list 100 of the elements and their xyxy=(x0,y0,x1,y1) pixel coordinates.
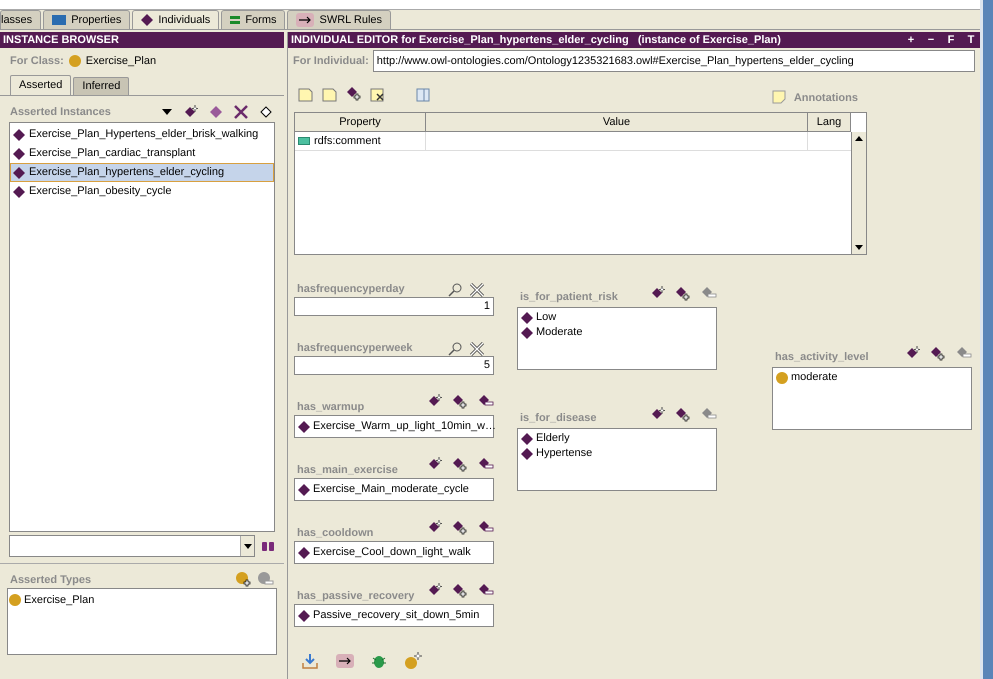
diamond-icon xyxy=(13,186,25,198)
value-item[interactable]: Low xyxy=(536,309,556,326)
new-note-icon[interactable] xyxy=(298,86,314,102)
class-star-icon[interactable] xyxy=(404,652,422,670)
delete-icon[interactable] xyxy=(470,342,484,356)
diamond-plus-icon[interactable] xyxy=(675,407,691,423)
diamond-star-icon[interactable] xyxy=(651,407,665,421)
tab[interactable]: Individuals xyxy=(132,10,220,29)
editor-title: INDIVIDUAL EDITOR for Exercise_Plan_hypertens_elder_cycling (instance of Exercise_Plan) xyxy=(291,32,782,48)
binoculars-icon[interactable] xyxy=(261,540,275,552)
value-field[interactable]: 1 xyxy=(294,297,494,316)
arrow-icon[interactable] xyxy=(336,654,354,668)
delete-note-icon[interactable] xyxy=(370,86,386,102)
diamond-icon xyxy=(521,448,533,460)
value-field[interactable]: Exercise_Warm_up_light_10min_w… xyxy=(294,415,494,438)
diamond-plus-icon[interactable] xyxy=(675,286,691,302)
header-button[interactable]: − xyxy=(925,32,937,48)
column-header[interactable]: Lang xyxy=(808,113,851,131)
value-field[interactable]: Exercise_Main_moderate_cycle xyxy=(294,478,494,501)
delete-icon[interactable] xyxy=(234,105,248,119)
value-field[interactable]: Exercise_Cool_down_light_walk xyxy=(294,541,494,564)
diamond-star-icon[interactable] xyxy=(428,520,442,534)
diamond-minus-icon[interactable] xyxy=(478,583,494,597)
tab[interactable]: Inferred xyxy=(73,77,130,95)
value-field[interactable]: Passive_recovery_sit_down_5min xyxy=(294,604,494,627)
class-add-icon[interactable] xyxy=(236,572,252,588)
tab[interactable]: SWRL Rules xyxy=(287,10,392,29)
diamond-star-icon[interactable] xyxy=(428,394,442,408)
scrollbar[interactable] xyxy=(851,132,866,254)
arrow-icon[interactable] xyxy=(296,13,314,27)
value-item[interactable]: Elderly xyxy=(536,430,570,447)
panel-header: INSTANCE BROWSER xyxy=(0,32,284,48)
instance-item[interactable]: Exercise_Plan_cardiac_transplant xyxy=(10,144,274,163)
diamond-star-icon[interactable] xyxy=(428,583,442,597)
property-label: is_for_disease xyxy=(519,410,598,426)
diamond-plus-icon[interactable] xyxy=(452,394,468,410)
scroll-down-icon[interactable] xyxy=(855,245,863,250)
diamond-minus-icon[interactable] xyxy=(478,457,494,471)
column-header[interactable]: Property xyxy=(295,113,426,131)
diamond-minus-icon[interactable] xyxy=(478,520,494,534)
diamond-minus-icon[interactable] xyxy=(478,394,494,408)
section-title: Asserted Instances xyxy=(10,104,112,120)
column-header[interactable]: Value xyxy=(426,113,808,131)
value-item[interactable]: moderate xyxy=(791,369,838,386)
class-name: Exercise_Plan xyxy=(86,54,156,69)
value-item[interactable]: Exercise_Main_moderate_cycle xyxy=(313,481,469,498)
diamond-plus-icon[interactable] xyxy=(452,457,468,473)
diamond-plus-icon[interactable] xyxy=(930,346,946,362)
tab[interactable]: Asserted xyxy=(10,75,72,95)
dropdown-icon[interactable] xyxy=(162,109,172,115)
property-icon xyxy=(52,15,66,25)
value-list[interactable]: moderate xyxy=(772,367,972,430)
diamond-icon xyxy=(13,128,25,140)
diamond-icon[interactable] xyxy=(210,106,222,118)
columns-icon[interactable] xyxy=(416,88,430,102)
property-label: is_for_patient_risk xyxy=(519,290,619,304)
diamond-plus-icon[interactable] xyxy=(346,86,362,102)
uri-field[interactable]: http://www.owl-ontologies.com/Ontology1235321683.owl#Exercise_Plan_hypertens_elder_cycling xyxy=(372,50,975,72)
value-list[interactable]: Elderly Hypertense xyxy=(517,428,717,491)
diamond-star-icon[interactable] xyxy=(906,346,920,360)
dropdown-icon[interactable] xyxy=(244,544,252,548)
scroll-up-icon[interactable] xyxy=(855,136,863,141)
diamond-icon xyxy=(298,420,310,432)
instance-item[interactable]: Exercise_Plan_obesity_cycle xyxy=(10,182,274,201)
search-icon[interactable] xyxy=(448,342,462,356)
value-item[interactable]: Hypertense xyxy=(536,445,592,462)
delete-icon[interactable] xyxy=(470,283,484,297)
value-item[interactable]: Exercise_Warm_up_light_10min_w… xyxy=(313,418,496,435)
instance-item[interactable]: Exercise_Plan_hypertens_elder_cycling xyxy=(10,163,274,182)
header-button[interactable]: T xyxy=(965,32,977,48)
diamond-icon xyxy=(13,166,25,178)
search-icon[interactable] xyxy=(448,283,462,297)
annotation-property-icon xyxy=(298,137,310,145)
value-field[interactable]: 5 xyxy=(294,356,494,375)
header-button[interactable]: + xyxy=(905,32,917,48)
note-icon xyxy=(772,90,786,104)
diamond-plus-icon[interactable] xyxy=(452,520,468,536)
instance-item[interactable]: Exercise_Plan_Hypertens_elder_brisk_walking xyxy=(10,125,274,144)
class-circle-icon xyxy=(776,372,788,384)
value-list[interactable]: Low Moderate xyxy=(517,307,717,370)
diamond-star-icon[interactable] xyxy=(651,286,665,300)
individual-icon xyxy=(141,14,154,26)
new-document-icon[interactable] xyxy=(322,86,338,102)
diamond-outline-icon[interactable] xyxy=(260,105,274,119)
diamond-icon xyxy=(298,484,310,496)
value-item[interactable]: Moderate xyxy=(536,324,582,341)
diamond-star-icon[interactable] xyxy=(428,457,442,471)
diamond-star-icon[interactable] xyxy=(184,105,198,119)
property-label: hasfrequencyperweek xyxy=(296,340,414,356)
header-button[interactable]: F xyxy=(945,32,957,48)
tab[interactable]: lasses xyxy=(0,10,42,29)
value-item[interactable]: Passive_recovery_sit_down_5min xyxy=(313,607,480,624)
bug-icon[interactable] xyxy=(372,653,386,669)
type-item[interactable]: Exercise_Plan xyxy=(24,592,94,608)
annotations-label: Annotations xyxy=(794,90,858,106)
value-item[interactable]: Exercise_Cool_down_light_walk xyxy=(313,544,471,561)
tab[interactable]: Properties xyxy=(43,10,130,29)
import-icon[interactable] xyxy=(302,653,318,669)
diamond-plus-icon[interactable] xyxy=(452,583,468,599)
tab[interactable]: Forms xyxy=(221,10,286,29)
